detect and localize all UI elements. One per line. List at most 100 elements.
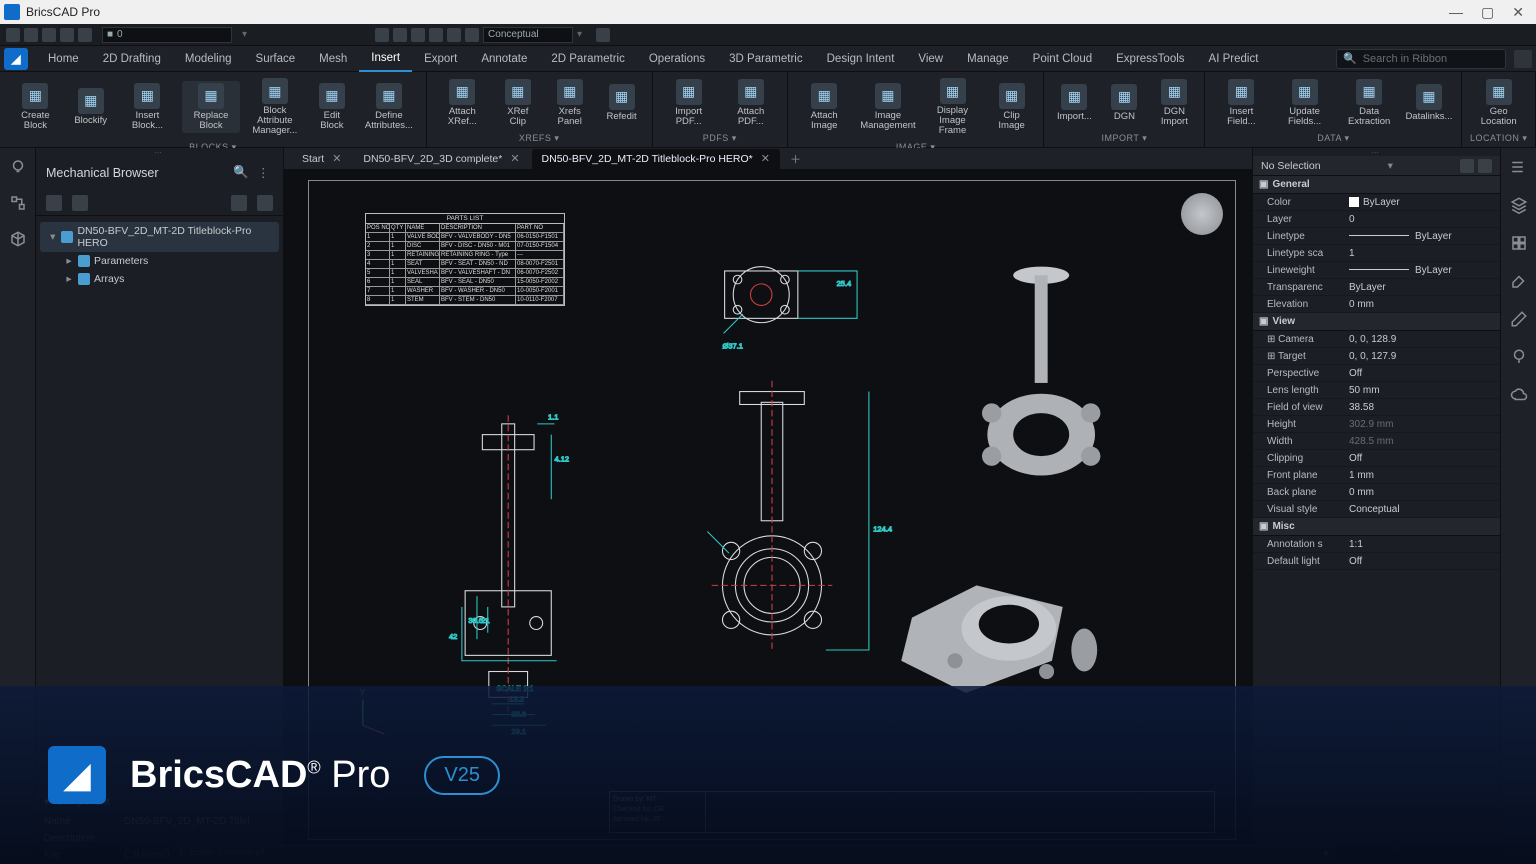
caret-icon[interactable]: ▸ [64, 255, 74, 267]
prop-row[interactable]: Linetype sca1 [1253, 245, 1500, 262]
structure-icon[interactable] [9, 194, 27, 212]
ribbon-tab-2d-parametric[interactable]: 2D Parametric [539, 46, 637, 72]
image-management-button[interactable]: ▦Image Management [859, 81, 918, 133]
balloon-icon[interactable] [1510, 348, 1528, 366]
caret-icon[interactable]: ▸ [64, 273, 74, 285]
replace-block-button[interactable]: ▦Replace Block [182, 81, 240, 133]
prop-row[interactable]: Height302.9 mm [1253, 416, 1500, 433]
ribbon-tab-manage[interactable]: Manage [955, 46, 1021, 72]
save-icon[interactable] [42, 28, 56, 42]
ribbon-tab-view[interactable]: View [906, 46, 955, 72]
ribbon-tab-operations[interactable]: Operations [637, 46, 717, 72]
minimize-button[interactable]: — [1449, 4, 1463, 21]
ribbon-tab-insert[interactable]: Insert [359, 46, 412, 72]
group-label[interactable]: DATA ▾ [1205, 133, 1461, 147]
prop-row[interactable]: LinetypeByLayer [1253, 228, 1500, 245]
new-tab-button[interactable]: ＋ [782, 151, 809, 167]
ribbon-tab-modeling[interactable]: Modeling [173, 46, 244, 72]
prop-category[interactable]: ▣ General [1253, 176, 1500, 194]
clip-image-button[interactable]: ▦Clip Image [988, 81, 1036, 133]
prop-row[interactable]: Field of view38.58 [1253, 399, 1500, 416]
search-icon[interactable]: 🔍 [233, 165, 249, 181]
tool-icon[interactable] [257, 195, 273, 211]
refedit-button[interactable]: ▦Refedit [600, 82, 644, 124]
attach-image-button[interactable]: ▦Attach Image [796, 81, 853, 133]
prop-category[interactable]: ▣ View [1253, 313, 1500, 331]
tree-item[interactable]: ▸Arrays [40, 270, 279, 288]
datalinks-button[interactable]: ▦Datalinks... [1404, 82, 1453, 124]
attach-xref-button[interactable]: ▦Attach XRef... [435, 77, 490, 129]
xrefs-panel-button[interactable]: ▦Xrefs Panel [546, 77, 594, 129]
collapse-icon[interactable]: ▣ [1259, 521, 1268, 532]
insert-field-button[interactable]: ▦Insert Field... [1213, 77, 1269, 129]
import-button[interactable]: ▦Import... [1052, 82, 1096, 124]
cube-icon[interactable] [9, 230, 27, 248]
dgn-button[interactable]: ▦DGN [1102, 82, 1146, 124]
prop-row[interactable]: Front plane1 mm [1253, 467, 1500, 484]
prop-row[interactable]: ClippingOff [1253, 450, 1500, 467]
collapse-icon[interactable]: ▣ [1259, 316, 1268, 327]
group-label[interactable]: IMPORT ▾ [1044, 133, 1204, 147]
prop-row[interactable]: Lens length50 mm [1253, 382, 1500, 399]
misc-icon[interactable] [375, 28, 389, 42]
open-icon[interactable] [24, 28, 38, 42]
define-attributes-button[interactable]: ▦Define Attributes... [360, 81, 418, 133]
group-label[interactable]: LOCATION ▾ [1462, 133, 1535, 147]
ribbon-tab-surface[interactable]: Surface [244, 46, 308, 72]
ribbon-tab-design-intent[interactable]: Design Intent [815, 46, 907, 72]
prop-row[interactable]: Elevation0 mm [1253, 296, 1500, 313]
doc-tab[interactable]: DN50-BFV_2D_3D complete*✕ [353, 149, 529, 169]
prop-row[interactable]: ⊞ Target0, 0, 127.9 [1253, 348, 1500, 365]
doc-tab[interactable]: Start✕ [292, 149, 351, 169]
ribbon-tab-ai-predict[interactable]: AI Predict [1197, 46, 1271, 72]
ribbon-tab-home[interactable]: Home [36, 46, 91, 72]
dropdown-icon[interactable]: ▾ [1388, 160, 1393, 172]
redo-icon[interactable] [78, 28, 92, 42]
dgn-import-button[interactable]: ▦DGN Import [1152, 77, 1196, 129]
filter-icon[interactable] [1460, 159, 1474, 173]
prop-row[interactable]: PerspectiveOff [1253, 365, 1500, 382]
group-label[interactable]: XREFS ▾ [427, 133, 652, 147]
misc-icon[interactable] [465, 28, 479, 42]
panel-grip[interactable]: ⋯ [36, 148, 283, 156]
maximize-button[interactable]: ▢ [1481, 4, 1494, 21]
tool-icon[interactable] [46, 195, 62, 211]
ribbon-tab-point-cloud[interactable]: Point Cloud [1021, 46, 1104, 72]
ribbon-tab-3d-parametric[interactable]: 3D Parametric [717, 46, 815, 72]
prop-row[interactable]: Annotation s1:1 [1253, 536, 1500, 553]
blockify-button[interactable]: ▦Blockify [69, 86, 113, 128]
tool-icon[interactable] [231, 195, 247, 211]
prop-row[interactable]: Layer0 [1253, 211, 1500, 228]
prop-row[interactable]: LineweightByLayer [1253, 262, 1500, 279]
close-button[interactable]: ✕ [1512, 4, 1524, 21]
ribbon-search[interactable]: 🔍 Search in Ribbon [1336, 49, 1506, 69]
tool-icon[interactable] [72, 195, 88, 211]
prop-row[interactable]: Default lightOff [1253, 553, 1500, 570]
settings-icon[interactable] [1510, 158, 1528, 176]
tree-item[interactable]: ▾DN50-BFV_2D_MT-2D Titleblock-Pro HERO [40, 222, 279, 252]
grid-icon[interactable] [1510, 234, 1528, 252]
ribbon-tab-export[interactable]: Export [412, 46, 469, 72]
close-icon[interactable]: ✕ [761, 152, 770, 165]
cloud-icon[interactable] [1510, 386, 1528, 404]
prop-row[interactable]: Visual styleConceptual [1253, 501, 1500, 518]
attach-pdf-button[interactable]: ▦Attach PDF... [723, 77, 779, 129]
prop-category[interactable]: ▣ Misc [1253, 518, 1500, 536]
ribbon-tab-mesh[interactable]: Mesh [307, 46, 359, 72]
prop-row[interactable]: Back plane0 mm [1253, 484, 1500, 501]
import-pdf-button[interactable]: ▦Import PDF... [661, 77, 717, 129]
update-fields-button[interactable]: ▦Update Fields... [1275, 77, 1334, 129]
undo-icon[interactable] [60, 28, 74, 42]
prop-row[interactable]: ⊞ Camera0, 0, 128.9 [1253, 331, 1500, 348]
ribbon-tab-2d-drafting[interactable]: 2D Drafting [91, 46, 173, 72]
geo-location-button[interactable]: ▦Geo Location [1470, 77, 1527, 129]
prop-row[interactable]: Width428.5 mm [1253, 433, 1500, 450]
misc-icon[interactable] [429, 28, 443, 42]
edit-block-button[interactable]: ▦Edit Block [310, 81, 354, 133]
close-icon[interactable]: ✕ [332, 152, 341, 165]
menu-icon[interactable]: ⋮ [257, 165, 273, 181]
collapse-icon[interactable]: ▣ [1259, 179, 1268, 190]
lightbulb-icon[interactable] [9, 158, 27, 176]
app-menu-button[interactable]: ◢ [4, 48, 28, 70]
panel-grip[interactable]: ⋯ [1253, 148, 1500, 156]
